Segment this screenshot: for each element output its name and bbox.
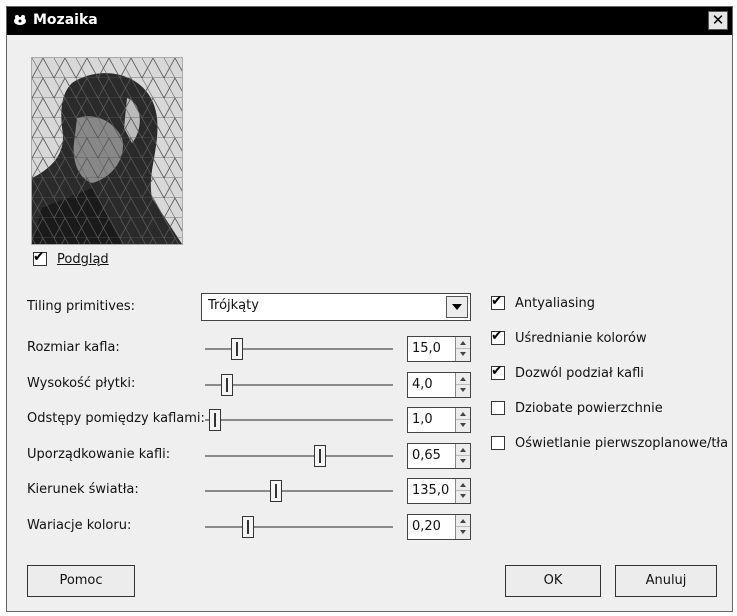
spinbox-buttons (455, 337, 470, 361)
decrement-arrow-icon[interactable] (456, 349, 470, 361)
slider-handle[interactable] (242, 516, 254, 538)
increment-arrow-icon[interactable] (456, 373, 470, 385)
option-checkbox[interactable]: ✔ Uśrednianie kolorów (491, 328, 647, 348)
option-checkbox-box[interactable]: ✔ (491, 363, 505, 380)
option-checkbox-label: Dziobate powierzchnie (515, 400, 663, 416)
spinbox-value[interactable]: 0,20 (412, 519, 441, 534)
option-checkbox[interactable]: ✔ Antyaliasing (491, 293, 595, 313)
increment-arrow-icon[interactable] (456, 337, 470, 349)
option-checkbox[interactable]: Dziobate powierzchnie (491, 398, 663, 418)
check-icon: ✔ (33, 249, 45, 265)
option-checkbox-label: Antyaliasing (515, 295, 595, 311)
close-icon: ✕ (711, 11, 725, 29)
slider-handle[interactable] (270, 480, 282, 502)
spinbox-value[interactable]: 135,0 (412, 483, 449, 498)
option-checkbox-label: Dozwól podział kafli (515, 365, 644, 381)
slider-track[interactable] (205, 490, 393, 492)
preview-checkbox-box[interactable]: ✔ (33, 249, 47, 266)
value-spinbox[interactable]: 1,0 (407, 407, 471, 433)
option-checkbox[interactable]: Oświetlanie pierwszoplanowe/tła (491, 433, 728, 453)
preview-checkbox[interactable]: ✔ Podgląd (33, 249, 109, 269)
decrement-arrow-icon[interactable] (456, 385, 470, 397)
cancel-button[interactable]: Anuluj (615, 565, 717, 597)
option-checkbox-box[interactable]: ✔ (491, 293, 505, 310)
value-spinbox[interactable]: 135,0 (407, 478, 471, 504)
increment-arrow-icon[interactable] (456, 479, 470, 491)
spinbox-buttons (455, 479, 470, 503)
slider-handle[interactable] (221, 374, 233, 396)
slider-track[interactable] (205, 384, 393, 386)
decrement-arrow-icon[interactable] (456, 527, 470, 539)
slider-handle[interactable] (231, 338, 243, 360)
dropdown-arrow-icon[interactable] (446, 296, 468, 318)
help-button[interactable]: Pomoc (27, 565, 135, 597)
param-label: Wysokość płytki: (27, 376, 136, 391)
decrement-arrow-icon[interactable] (456, 420, 470, 432)
spinbox-value[interactable]: 0,65 (412, 448, 441, 463)
option-checkbox-label: Uśrednianie kolorów (515, 330, 647, 346)
mosaic-dialog: Mozaika ✕ ✔ Podgląd Tiling primitives: T… (6, 6, 733, 612)
param-label: Odstępy pomiędzy kaflami: (27, 411, 205, 426)
value-spinbox[interactable]: 0,65 (407, 443, 471, 469)
slider-track[interactable] (205, 419, 393, 421)
spinbox-buttons (455, 444, 470, 468)
option-checkbox[interactable]: ✔ Dozwól podział kafli (491, 363, 644, 383)
tiling-selected-value: Trójkąty (208, 298, 259, 313)
increment-arrow-icon[interactable] (456, 515, 470, 527)
param-label: Kierunek światła: (27, 482, 139, 497)
slider-track[interactable] (205, 455, 393, 457)
title-bar[interactable]: Mozaika ✕ (7, 7, 732, 35)
increment-arrow-icon[interactable] (456, 444, 470, 456)
option-checkbox-box[interactable] (491, 436, 505, 450)
spinbox-buttons (455, 373, 470, 397)
spinbox-buttons (455, 408, 470, 432)
preview-image[interactable] (31, 57, 183, 245)
ok-button[interactable]: OK (505, 565, 601, 597)
spinbox-buttons (455, 515, 470, 539)
param-label: Uporządkowanie kafli: (27, 447, 171, 462)
decrement-arrow-icon[interactable] (456, 491, 470, 503)
gimp-icon (14, 15, 26, 25)
increment-arrow-icon[interactable] (456, 408, 470, 420)
slider-track[interactable] (205, 526, 393, 528)
value-spinbox[interactable]: 4,0 (407, 372, 471, 398)
preview-checkbox-label: Podgląd (57, 251, 109, 267)
param-label: Rozmiar kafla: (27, 340, 120, 355)
slider-handle[interactable] (314, 445, 326, 467)
tiling-label: Tiling primitives: (27, 299, 136, 314)
spinbox-value[interactable]: 1,0 (412, 412, 433, 427)
value-spinbox[interactable]: 0,20 (407, 514, 471, 540)
value-spinbox[interactable]: 15,0 (407, 336, 471, 362)
spinbox-value[interactable]: 4,0 (412, 377, 433, 392)
check-icon: ✔ (491, 328, 503, 344)
check-icon: ✔ (491, 363, 503, 379)
window-title: Mozaika (33, 12, 98, 28)
check-icon: ✔ (491, 293, 503, 309)
spinbox-value[interactable]: 15,0 (412, 341, 441, 356)
tiling-select[interactable]: Trójkąty (201, 293, 471, 321)
option-checkbox-box[interactable]: ✔ (491, 328, 505, 345)
option-checkbox-label: Oświetlanie pierwszoplanowe/tła (515, 435, 729, 451)
close-button[interactable]: ✕ (708, 11, 728, 30)
decrement-arrow-icon[interactable] (456, 456, 470, 468)
option-checkbox-box[interactable] (491, 401, 505, 415)
slider-handle[interactable] (209, 409, 221, 431)
param-label: Wariacje koloru: (27, 518, 132, 533)
